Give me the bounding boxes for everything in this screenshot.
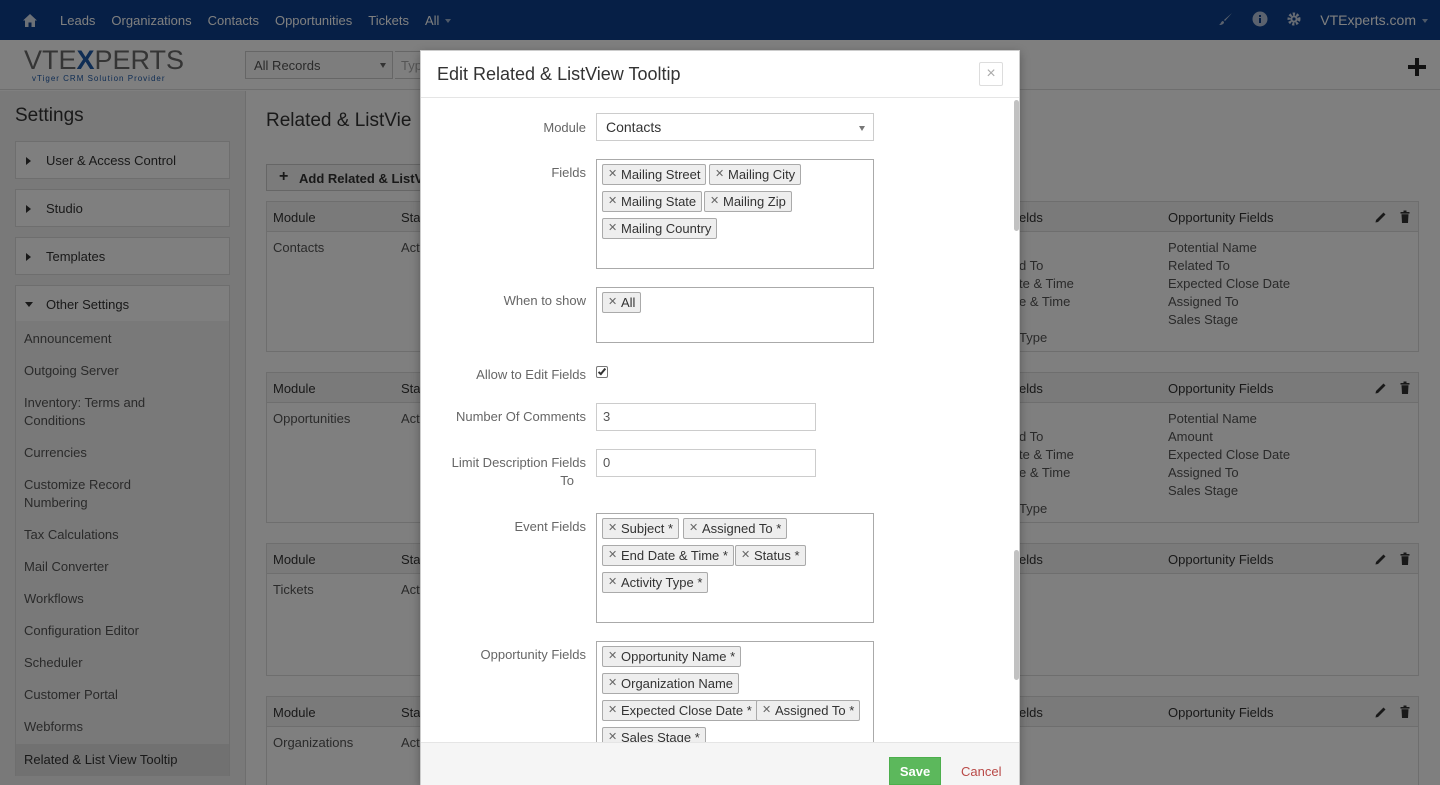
remove-icon[interactable]: ✕ xyxy=(608,730,617,742)
chip-label: Assigned To * xyxy=(702,521,782,536)
chip-label: Opportunity Name * xyxy=(621,649,736,664)
event-chip[interactable]: ✕ Assigned To * xyxy=(683,518,788,539)
event-chip[interactable]: ✕ End Date & Time * xyxy=(602,545,734,566)
limit-description-input[interactable]: 0 xyxy=(596,449,816,477)
when-chip[interactable]: ✕ All xyxy=(602,292,642,313)
chip-label: Mailing Zip xyxy=(723,194,786,209)
label-limit-line2: To xyxy=(560,473,574,488)
edit-tooltip-modal: Edit Related & ListView Tooltip × Module… xyxy=(420,50,1020,785)
event-chip[interactable]: ✕ Status * xyxy=(735,545,806,566)
label-when-to-show: When to show xyxy=(503,293,586,308)
field-chip[interactable]: ✕ Mailing Country xyxy=(602,218,718,239)
fields-multiselect[interactable]: ✕ Mailing Street ✕ Mailing City ✕ Mailing S… xyxy=(596,159,874,269)
modal-title: Edit Related & ListView Tooltip xyxy=(437,64,681,84)
chip-label: Assigned To * xyxy=(775,703,855,718)
remove-icon[interactable]: ✕ xyxy=(762,703,771,716)
opportunity-chip[interactable]: ✕ Organization Name xyxy=(602,673,739,694)
remove-icon[interactable]: ✕ xyxy=(689,521,698,534)
chip-label: Mailing Street xyxy=(621,167,701,182)
event-fields-multiselect[interactable]: ✕ Subject * ✕ Assigned To * ✕ End Date & Ti… xyxy=(596,513,874,623)
chip-label: Subject * xyxy=(621,521,674,536)
chip-label: Status * xyxy=(754,548,800,563)
remove-icon[interactable]: ✕ xyxy=(741,548,750,561)
remove-icon[interactable]: ✕ xyxy=(608,194,617,207)
remove-icon[interactable]: ✕ xyxy=(608,295,617,308)
field-chip[interactable]: ✕ Mailing Street xyxy=(602,164,707,185)
field-chip[interactable]: ✕ Mailing City xyxy=(709,164,802,185)
allow-edit-checkbox[interactable] xyxy=(596,366,608,378)
modal-header: Edit Related & ListView Tooltip × xyxy=(421,51,1019,98)
opportunity-chip[interactable]: ✕ Sales Stage * xyxy=(602,727,706,742)
chip-label: Mailing State xyxy=(621,194,697,209)
chip-label: All xyxy=(621,295,636,310)
chip-label: Sales Stage * xyxy=(621,730,700,742)
event-chip[interactable]: ✕ Activity Type * xyxy=(602,572,709,593)
chip-label: Organization Name xyxy=(621,676,733,691)
remove-icon[interactable]: ✕ xyxy=(710,194,719,207)
remove-icon[interactable]: ✕ xyxy=(608,575,617,588)
label-module: Module xyxy=(543,120,586,135)
cancel-link[interactable]: Cancel xyxy=(961,764,1001,779)
label-limit-line1: Limit Description Fields xyxy=(451,455,586,470)
remove-icon[interactable]: ✕ xyxy=(608,221,617,234)
number-of-comments-input[interactable]: 3 xyxy=(596,403,816,431)
when-to-show-multiselect[interactable]: ✕ All xyxy=(596,287,874,343)
opportunity-chip[interactable]: ✕ Expected Close Date * xyxy=(602,700,758,721)
remove-icon[interactable]: ✕ xyxy=(608,521,617,534)
modal-footer: Save Cancel xyxy=(421,742,1019,785)
module-select[interactable]: Contacts xyxy=(596,113,874,141)
chip-label: Mailing City xyxy=(728,167,796,182)
opportunity-chip[interactable]: ✕ Assigned To * xyxy=(756,700,861,721)
label-number-of-comments: Number Of Comments xyxy=(455,409,586,424)
chip-label: End Date & Time * xyxy=(621,548,728,563)
scrollbar-thumb[interactable] xyxy=(1014,550,1019,680)
remove-icon[interactable]: ✕ xyxy=(608,703,617,716)
remove-icon[interactable]: ✕ xyxy=(715,167,724,180)
label-fields: Fields xyxy=(551,165,586,180)
event-chip[interactable]: ✕ Subject * xyxy=(602,518,680,539)
chip-label: Expected Close Date * xyxy=(621,703,752,718)
close-icon[interactable]: × xyxy=(979,62,1003,86)
remove-icon[interactable]: ✕ xyxy=(608,167,617,180)
field-chip[interactable]: ✕ Mailing State xyxy=(602,191,703,212)
modal-body: Module Contacts Fields ✕ Mailing Street ✕… xyxy=(421,98,1021,742)
chevron-down-icon xyxy=(859,126,865,131)
opportunity-fields-multiselect[interactable]: ✕ Opportunity Name * ✕ Organization Name ✕… xyxy=(596,641,874,742)
module-select-value: Contacts xyxy=(606,119,662,135)
remove-icon[interactable]: ✕ xyxy=(608,548,617,561)
remove-icon[interactable]: ✕ xyxy=(608,676,617,689)
checkmark-icon xyxy=(597,366,607,376)
chip-label: Mailing Country xyxy=(621,221,712,236)
label-allow-edit: Allow to Edit Fields xyxy=(476,367,586,382)
label-opportunity-fields: Opportunity Fields xyxy=(480,647,587,662)
chip-label: Activity Type * xyxy=(621,575,703,590)
label-event-fields: Event Fields xyxy=(514,519,586,534)
scrollbar-thumb[interactable] xyxy=(1014,100,1019,231)
label-limit-description: Limit Description Fields To xyxy=(426,454,586,490)
opportunity-chip[interactable]: ✕ Opportunity Name * xyxy=(602,646,742,667)
field-chip[interactable]: ✕ Mailing Zip xyxy=(704,191,792,212)
save-button[interactable]: Save xyxy=(889,757,941,785)
remove-icon[interactable]: ✕ xyxy=(608,649,617,662)
